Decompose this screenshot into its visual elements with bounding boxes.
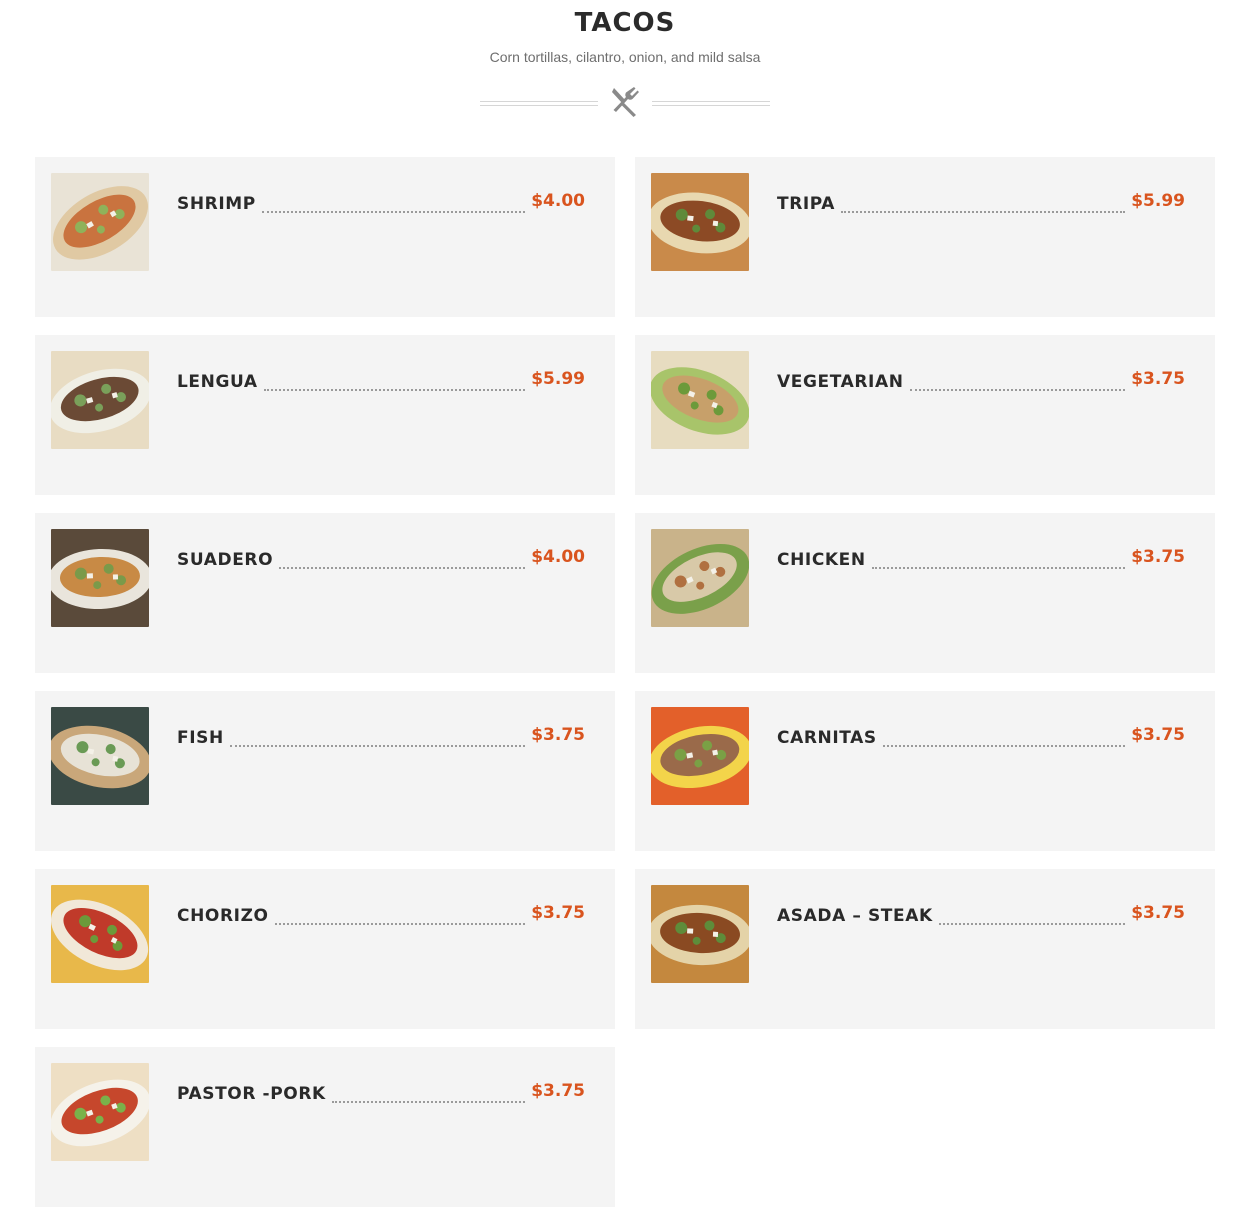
menu-item-price: $3.75 [1131,369,1185,389]
menu-item-price: $3.75 [531,1081,585,1101]
menu-item-image[interactable] [651,529,749,627]
menu-item-image[interactable] [651,707,749,805]
menu-item-price: $3.75 [1131,903,1185,923]
menu-item-title-row: CHICKEN $3.75 [777,547,1185,577]
menu-item-image[interactable] [51,1063,149,1161]
menu-item-name: TRIPA [777,194,836,214]
section-subtitle: Corn tortillas, cilantro, onion, and mil… [489,49,761,65]
menu-item-name: FISH [177,728,224,748]
menu-item-title-row: CARNITAS $3.75 [777,725,1185,755]
menu-item-image[interactable] [651,351,749,449]
menu-item-name: CARNITAS [777,728,877,748]
menu-item-image[interactable] [51,885,149,983]
dotted-leader [882,744,1126,747]
dotted-leader [871,566,1126,569]
dotted-leader [261,210,526,213]
menu-item-name: VEGETARIAN [777,372,904,392]
menu-item-title-row: LENGUA $5.99 [177,369,585,399]
menu-item-name: LENGUA [177,372,258,392]
menu-item-shrimp[interactable]: SHRIMP $4.00 [35,157,615,317]
menu-item-name: PASTOR -PORK [177,1084,326,1104]
menu-item-price: $3.75 [531,725,585,745]
menu-item-suadero[interactable]: SUADERO $4.00 [35,513,615,673]
divider-line-right [652,101,770,106]
dotted-leader [841,210,1126,213]
menu-item-image[interactable] [651,173,749,271]
menu-item-image[interactable] [651,885,749,983]
menu-item-vegetarian[interactable]: VEGETARIAN $3.75 [635,335,1215,495]
menu-item-title-row: CHORIZO $3.75 [177,903,585,933]
menu-item-title-row: PASTOR -PORK $3.75 [177,1081,585,1111]
menu-item-chicken[interactable]: CHICKEN $3.75 [635,513,1215,673]
menu-item-image[interactable] [51,351,149,449]
menu-item-name: SHRIMP [177,194,256,214]
menu-item-price: $5.99 [1131,191,1185,211]
menu-item-pastor-pork[interactable]: PASTOR -PORK $3.75 [35,1047,615,1207]
fork-knife-icon [608,84,642,118]
menu-item-price: $3.75 [1131,725,1185,745]
menu-item-price: $4.00 [531,191,585,211]
menu-item-name: CHICKEN [777,550,866,570]
menu-item-name: ASADA – STEAK [777,906,933,926]
menu-item-title-row: VEGETARIAN $3.75 [777,369,1185,399]
dotted-leader [279,566,526,569]
menu-item-title-row: TRIPA $5.99 [777,191,1185,221]
menu-item-tripa[interactable]: TRIPA $5.99 [635,157,1215,317]
menu-item-chorizo[interactable]: CHORIZO $3.75 [35,869,615,1029]
dotted-leader [331,1100,526,1103]
menu-item-fish[interactable]: FISH $3.75 [35,691,615,851]
section-title: TACOS [574,8,676,38]
menu-item-carnitas[interactable]: CARNITAS $3.75 [635,691,1215,851]
dotted-leader [274,922,526,925]
menu-item-price: $3.75 [531,903,585,923]
menu-item-asada-steak[interactable]: ASADA – STEAK $3.75 [635,869,1215,1029]
menu-item-name: SUADERO [177,550,274,570]
menu-item-name: CHORIZO [177,906,269,926]
menu-item-lengua[interactable]: LENGUA $5.99 [35,335,615,495]
menu-item-image[interactable] [51,529,149,627]
menu-item-title-row: SHRIMP $4.00 [177,191,585,221]
menu-item-image[interactable] [51,707,149,805]
divider-line-left [480,101,598,106]
menu-item-title-row: SUADERO $4.00 [177,547,585,577]
menu-item-title-row: ASADA – STEAK $3.75 [777,903,1185,933]
menu-item-title-row: FISH $3.75 [177,725,585,755]
dotted-leader [263,388,526,391]
dotted-leader [938,922,1126,925]
dotted-leader [229,744,526,747]
dotted-leader [909,388,1126,391]
menu-item-image[interactable] [51,173,149,271]
menu-item-price: $4.00 [531,547,585,567]
section-divider [480,84,770,118]
menu-item-price: $3.75 [1131,547,1185,567]
menu-item-price: $5.99 [531,369,585,389]
